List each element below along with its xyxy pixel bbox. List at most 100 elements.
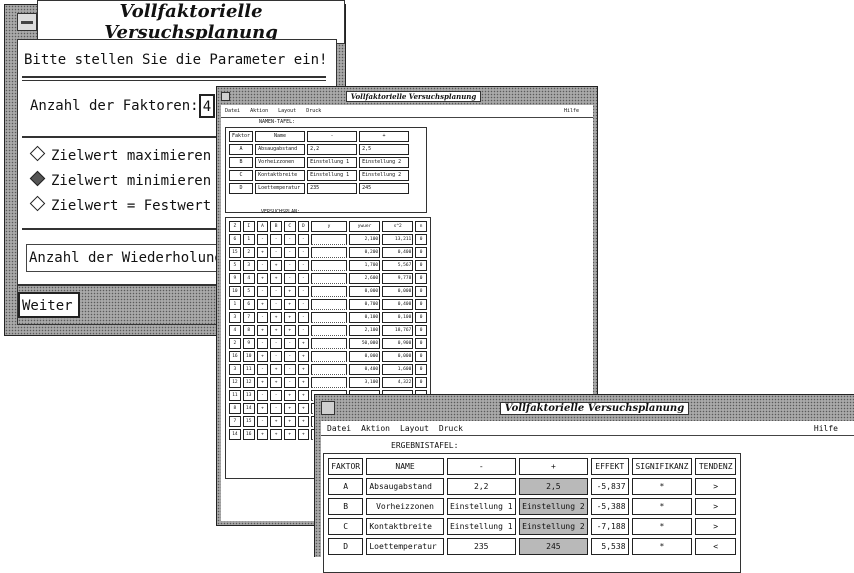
table-row: D Loettemperatur 235 245 [229, 183, 410, 194]
col-header: A [256, 221, 269, 232]
plan-cell: 12 [242, 377, 255, 388]
plan-cell: 0,400 [382, 299, 414, 310]
plan-cell: 8 [242, 325, 255, 336]
menu-layout[interactable]: Layout [400, 424, 429, 433]
plan-cell: + [297, 364, 310, 375]
repeats-field[interactable]: Anzahl der Wiederholung [26, 244, 230, 272]
plan-cell: 0,400 [348, 364, 381, 375]
option-maximize[interactable]: Zielwert maximieren [29, 145, 211, 164]
plan-cell: 0,200 [348, 247, 381, 258]
menu-aktion[interactable]: Aktion [250, 108, 268, 114]
y-input[interactable] [311, 247, 347, 258]
plan-cell: 7 [242, 312, 255, 323]
factors-value: 4 [202, 99, 212, 115]
minus-cell[interactable]: Einstellung 1 [307, 157, 358, 168]
plus-cell[interactable]: Einstellung 2 [359, 157, 410, 168]
plan-cell: + [283, 429, 296, 440]
factors-label: Anzahl der Faktoren: [30, 98, 199, 114]
name-cell[interactable]: Kontaktbreite [255, 170, 306, 181]
window-menu-button[interactable] [221, 91, 230, 101]
plan-cell: 3 [229, 312, 241, 323]
table-row: 6 1- - - -2,100 13,211 0 [229, 234, 427, 245]
plan-cell: - [256, 312, 269, 323]
plan-cell: + [297, 416, 310, 427]
plan-cell: + [256, 247, 269, 258]
menu-datei[interactable]: Datei [327, 424, 351, 433]
y-input[interactable] [311, 325, 347, 336]
y-input[interactable] [311, 364, 347, 375]
option-fixed[interactable]: Zielwert = Festwert [29, 195, 211, 214]
y-input[interactable] [311, 286, 347, 297]
name-cell[interactable]: Absaugabstand [255, 144, 306, 155]
plan-cell: 18,767 [382, 325, 414, 336]
plus-cell[interactable]: Einstellung 2 [359, 170, 410, 181]
col-header: y [311, 221, 347, 232]
minus-cell[interactable]: Einstellung 1 [307, 170, 358, 181]
name-cell[interactable]: Vorheizzonen [255, 157, 306, 168]
next-button[interactable]: Weiter [18, 292, 80, 318]
plan-cell: + [270, 364, 282, 375]
repeats-label: Anzahl der Wiederholung [29, 250, 223, 266]
plan-cell: + [270, 416, 282, 427]
col-header: D [297, 221, 310, 232]
menu-datei[interactable]: Datei [225, 108, 240, 114]
factor-cell: D [328, 538, 364, 555]
window-menu-button[interactable] [17, 13, 37, 31]
col-header: EFFEKT [590, 458, 629, 475]
plan-cell: 1 [229, 299, 241, 310]
option-minimize[interactable]: Zielwert minimieren [29, 170, 211, 189]
y-input[interactable] [311, 351, 347, 362]
factors-input[interactable]: 4 [199, 94, 215, 118]
minus-cell: Einstellung 1 [446, 498, 516, 515]
col-header: Faktor [229, 131, 254, 142]
menu-aktion[interactable]: Aktion [361, 424, 390, 433]
col-header: n [415, 221, 427, 232]
title-bar[interactable]: Vollfaktorielle Versuchsplanung [5, 0, 345, 44]
plan-cell: 8 [229, 403, 241, 414]
plan-cell: + [270, 260, 282, 271]
plan-cell: 10 [229, 286, 241, 297]
effect-cell: -5,388 [590, 498, 629, 515]
minus-cell[interactable]: 235 [307, 183, 358, 194]
plan-cell: - [256, 364, 269, 375]
y-input[interactable] [311, 234, 347, 245]
col-header: I [242, 221, 255, 232]
plus-cell[interactable]: 245 [359, 183, 410, 194]
plan-cell: - [297, 325, 310, 336]
name-cell[interactable]: Loettemperatur [255, 183, 306, 194]
y-input[interactable] [311, 377, 347, 388]
plan-cell: - [270, 286, 282, 297]
title-bar[interactable]: Vollfaktorielle Versuchsplanung [217, 87, 597, 105]
col-header: C [283, 221, 296, 232]
menu-layout[interactable]: Layout [278, 108, 296, 114]
minus-cell: 2,2 [446, 478, 516, 495]
plan-cell: - [270, 234, 282, 245]
menu-hilfe[interactable]: Hilfe [564, 108, 579, 114]
minus-cell[interactable]: 2,2 [307, 144, 358, 155]
radio-selected-icon [29, 170, 46, 187]
plus-cell[interactable]: 2,5 [359, 144, 410, 155]
menu-druck[interactable]: Druck [306, 108, 321, 114]
col-header: B [270, 221, 282, 232]
title-bar[interactable]: Vollfaktorielle Versuchsplanung [315, 395, 854, 421]
name-cell: Kontaktbreite [366, 518, 444, 535]
window-menu-button[interactable] [321, 401, 335, 415]
plus-cell: 2,5 [518, 478, 588, 495]
plan-cell: - [256, 390, 269, 401]
menu-druck[interactable]: Druck [439, 424, 463, 433]
plan-cell: + [297, 429, 310, 440]
significance-cell: * [631, 538, 693, 555]
plan-cell: + [256, 403, 269, 414]
y-input[interactable] [311, 273, 347, 284]
window-title: Vollfaktorielle Versuchsplanung [345, 90, 482, 102]
plan-cell: + [297, 351, 310, 362]
y-input[interactable] [311, 312, 347, 323]
plan-cell: + [297, 390, 310, 401]
menu-hilfe[interactable]: Hilfe [814, 424, 838, 433]
y-input[interactable] [311, 299, 347, 310]
y-input[interactable] [311, 338, 347, 349]
plan-cell: 9,778 [382, 273, 414, 284]
plan-cell: 0 [415, 351, 427, 362]
y-input[interactable] [311, 260, 347, 271]
col-header: Name [255, 131, 306, 142]
